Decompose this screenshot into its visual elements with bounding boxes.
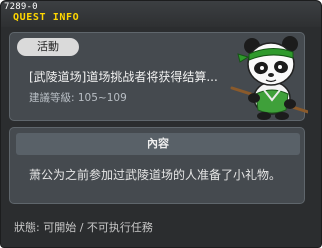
quest-status: 狀態: 可開始 / 不可执行任務 (14, 221, 153, 234)
content-text: 萧公为之前参加过武陵道场的人准备了小礼物。 (29, 168, 282, 182)
category-badge: 活動 (17, 38, 79, 56)
recommend-level: 建議等級: 105~109 (29, 92, 127, 104)
window-title: QUEST INFO (13, 12, 80, 23)
content-header: 內容 (16, 133, 300, 155)
quest-name: [武陵道场]道场挑战者将获得结算... (29, 70, 218, 84)
quest-id: 7289-0 (4, 2, 38, 12)
panda-npc-icon (228, 24, 310, 120)
